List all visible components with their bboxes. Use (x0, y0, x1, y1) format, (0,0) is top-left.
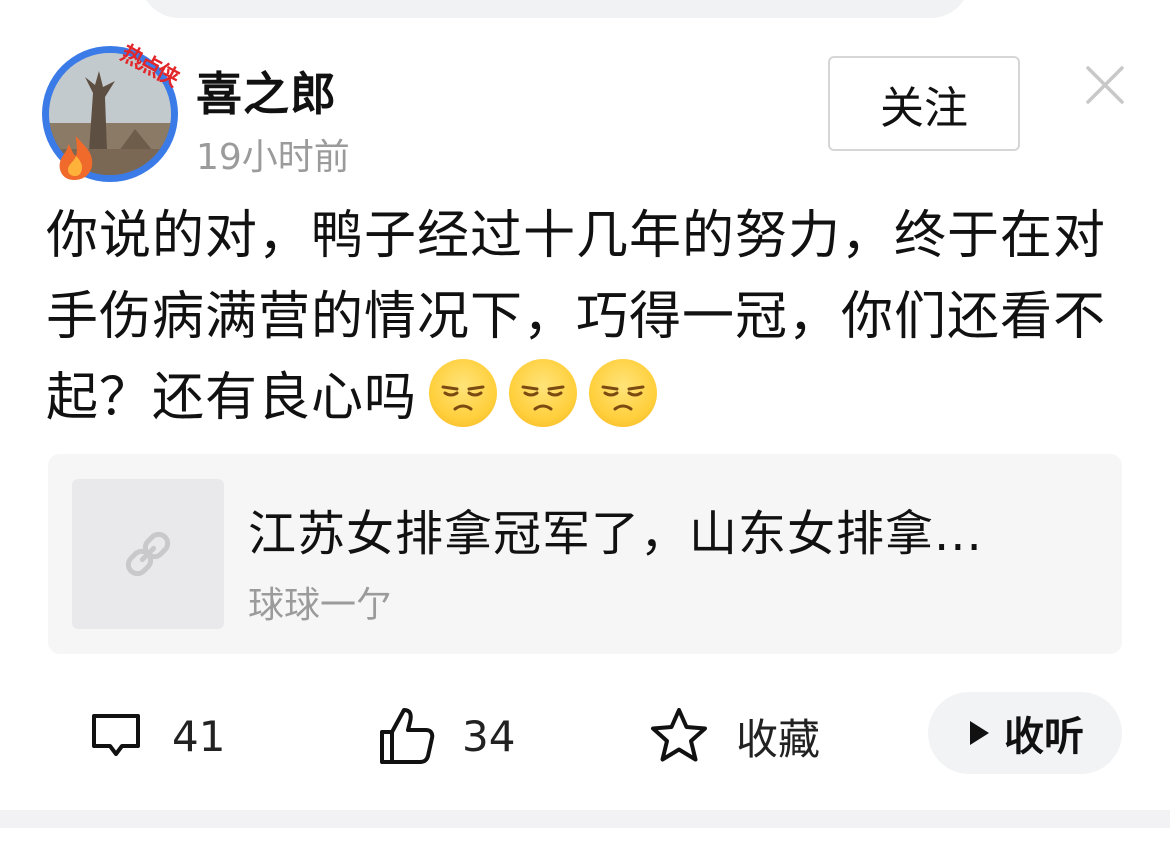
comment-count: 41 (172, 711, 226, 761)
annoyed-emoji-icon (589, 359, 658, 427)
play-icon (970, 721, 989, 745)
link-card[interactable]: 江苏女排拿冠军了，山东女排拿... 球球一亇 (48, 454, 1122, 654)
annoyed-emoji-icon (509, 359, 578, 427)
post-text: 你说的对，鸭子经过十几年的努力，终于在对手伤病满营的情况下，巧得一冠，你们还看不… (46, 196, 1136, 439)
avatar[interactable]: 热点侠 (42, 41, 182, 186)
link-thumbnail (72, 479, 224, 629)
star-icon (651, 708, 707, 762)
listen-button[interactable]: 收听 (928, 692, 1122, 774)
like-button[interactable]: 34 (376, 704, 515, 768)
comment-button[interactable]: 41 (86, 704, 225, 768)
comment-icon (92, 714, 140, 756)
close-icon[interactable] (1082, 62, 1128, 108)
annoyed-emoji-icon (429, 359, 498, 427)
search-bar-remnant[interactable] (140, 0, 970, 18)
favorite-label: 收藏 (736, 714, 821, 764)
favorite-button[interactable]: 收藏 (648, 704, 820, 768)
post-page: 热点侠 喜之郎 19小时前 关注 你说的对，鸭子经过十几年的努力，终于在对手伤病… (0, 0, 1170, 847)
listen-label: 收听 (1004, 714, 1084, 760)
like-count: 34 (462, 711, 516, 761)
follow-button[interactable]: 关注 (828, 56, 1020, 151)
link-icon (125, 531, 171, 577)
post-time: 19小时前 (196, 137, 350, 178)
link-title: 江苏女排拿冠军了，山东女排拿... (248, 506, 983, 562)
link-source: 球球一亇 (248, 585, 393, 626)
username[interactable]: 喜之郎 (196, 58, 337, 124)
thumbs-up-icon (380, 708, 435, 764)
section-divider (0, 810, 1170, 828)
flame-icon (54, 134, 100, 186)
